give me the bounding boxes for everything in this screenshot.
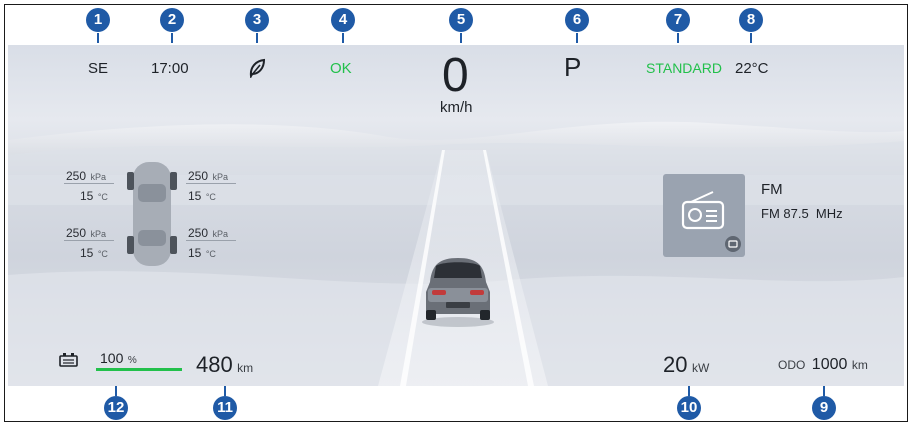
battery-bar-track	[96, 368, 182, 371]
marker-8: 8	[739, 8, 763, 32]
divider	[186, 240, 236, 241]
tire-rear-left-temp: 15 °C	[80, 244, 108, 262]
tire-temp-unit: °C	[97, 249, 108, 259]
divider	[186, 183, 236, 184]
odometer-unit: km	[851, 358, 868, 372]
battery-icon	[59, 352, 79, 368]
tire-pressure-unit: kPa	[212, 172, 228, 182]
tire-front-right-temp: 15 °C	[188, 187, 216, 205]
tire-pressure: 250	[188, 169, 209, 183]
tire-temp: 15	[80, 189, 94, 203]
marker-9: 9	[812, 396, 836, 420]
media-tile[interactable]	[663, 174, 745, 257]
marker-leader	[171, 33, 173, 43]
marker-4: 4	[331, 8, 355, 32]
marker-12: 12	[104, 396, 128, 420]
drive-mode: STANDARD	[646, 60, 722, 76]
marker-leader	[342, 33, 344, 43]
marker-leader	[823, 386, 825, 396]
system-status: OK	[330, 60, 352, 77]
tire-pressure: 250	[66, 169, 87, 183]
marker-leader	[688, 386, 690, 396]
power-readout: 20 kW	[663, 352, 709, 378]
battery-bar-fill	[96, 368, 182, 371]
marker-3: 3	[245, 8, 269, 32]
power-unit: kW	[691, 361, 710, 375]
marker-leader	[256, 33, 258, 43]
tire-pressure-unit: kPa	[90, 172, 106, 182]
marker-leader	[115, 386, 117, 396]
leaf-icon	[248, 58, 266, 80]
radio-icon	[681, 191, 741, 252]
power-value: 20	[663, 352, 688, 377]
marker-1: 1	[86, 8, 110, 32]
marker-7: 7	[666, 8, 690, 32]
battery-percent: 100 %	[100, 350, 137, 368]
marker-leader	[576, 33, 578, 43]
range-unit: km	[237, 361, 254, 375]
tire-front-left-temp: 15 °C	[80, 187, 108, 205]
ego-vehicle-icon	[420, 252, 496, 328]
marker-leader	[224, 386, 226, 396]
tire-temp-unit: °C	[97, 192, 108, 202]
odometer-value: 1000	[811, 356, 848, 373]
media-station: FM 87.5 MHz	[761, 206, 843, 221]
tire-temp: 15	[80, 246, 94, 260]
battery-percent-unit: %	[127, 355, 137, 366]
marker-11: 11	[213, 396, 237, 420]
tire-temp-unit: °C	[205, 249, 216, 259]
marker-2: 2	[160, 8, 184, 32]
odometer: ODO 1000 km	[778, 356, 868, 374]
outside-temperature: 22°C	[735, 60, 769, 77]
range-value: 480	[196, 352, 233, 377]
range-readout: 480 km	[196, 352, 253, 378]
media-source: FM	[761, 181, 783, 198]
battery-percent-value: 100	[100, 350, 124, 366]
divider	[64, 183, 114, 184]
marker-6: 6	[565, 8, 589, 32]
odometer-label: ODO	[778, 358, 806, 372]
marker-leader	[460, 33, 462, 43]
tire-temp-unit: °C	[205, 192, 216, 202]
speed-value: 0	[442, 49, 469, 102]
tire-rear-right-temp: 15 °C	[188, 244, 216, 262]
tire-pressure-unit: kPa	[212, 229, 228, 239]
marker-leader	[750, 33, 752, 43]
tire-pressure: 250	[188, 226, 209, 240]
gear-indicator: P	[564, 52, 582, 82]
marker-leader	[677, 33, 679, 43]
tire-temp: 15	[188, 246, 202, 260]
car-top-view-icon	[124, 158, 180, 270]
tire-pressure-unit: kPa	[90, 229, 106, 239]
clock: 17:00	[151, 60, 189, 77]
compass-direction: SE	[88, 60, 109, 77]
marker-leader	[97, 33, 99, 43]
tire-temp: 15	[188, 189, 202, 203]
speed-unit: km/h	[440, 99, 473, 116]
marker-10: 10	[677, 396, 701, 420]
divider	[64, 240, 114, 241]
tire-pressure: 250	[66, 226, 87, 240]
marker-5: 5	[449, 8, 473, 32]
